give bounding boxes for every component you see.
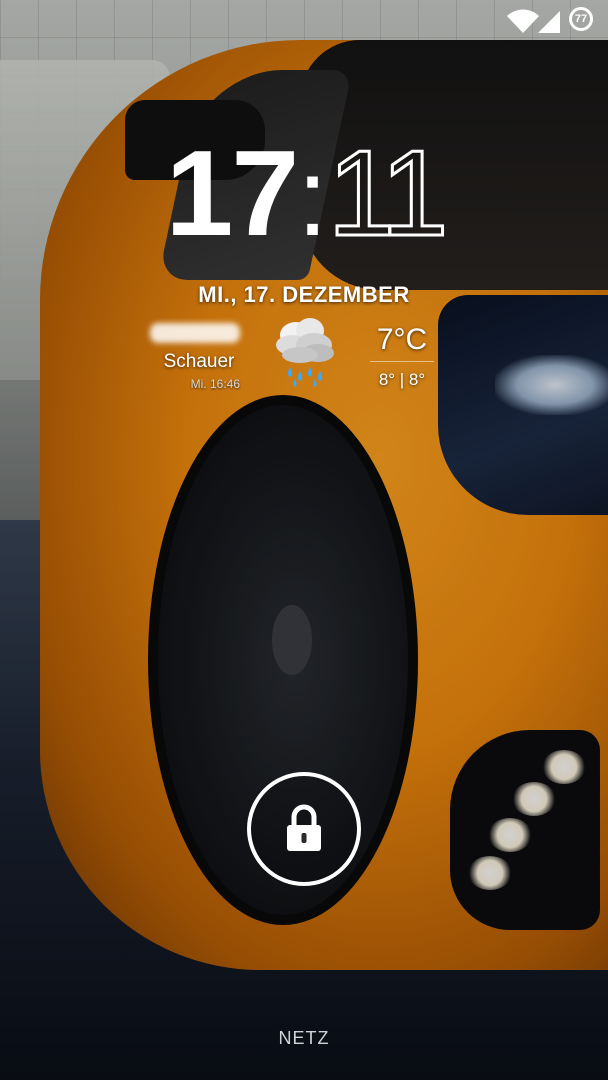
- weather-updated-time: Mi. 16:46: [190, 377, 240, 391]
- weather-range: 8° | 8°: [378, 370, 426, 389]
- clock-separator: :: [297, 136, 328, 259]
- carrier-label: NETZ: [278, 1028, 330, 1048]
- battery-icon: 77: [569, 7, 593, 31]
- unlock-button[interactable]: [247, 772, 361, 886]
- lock-icon: [287, 804, 321, 851]
- status-bar: 77: [0, 0, 608, 42]
- signal-icon: [538, 11, 560, 33]
- weather-location-redacted: [150, 323, 240, 343]
- clock: 17:11: [0, 125, 608, 261]
- date-label: MI., 17. DEZEMBER: [198, 282, 410, 307]
- wifi-icon: [507, 9, 539, 33]
- rain-cloud-icon: [276, 318, 334, 387]
- temperature-divider: [370, 361, 434, 362]
- weather-widget[interactable]: Schauer Mi. 16:46 7°C 8° | 8°: [0, 315, 608, 405]
- clock-minutes: 11: [326, 125, 450, 261]
- weather-condition: Schauer: [163, 351, 235, 372]
- clock-hours: 17: [165, 125, 300, 261]
- weather-temperature: 7°C: [376, 323, 428, 356]
